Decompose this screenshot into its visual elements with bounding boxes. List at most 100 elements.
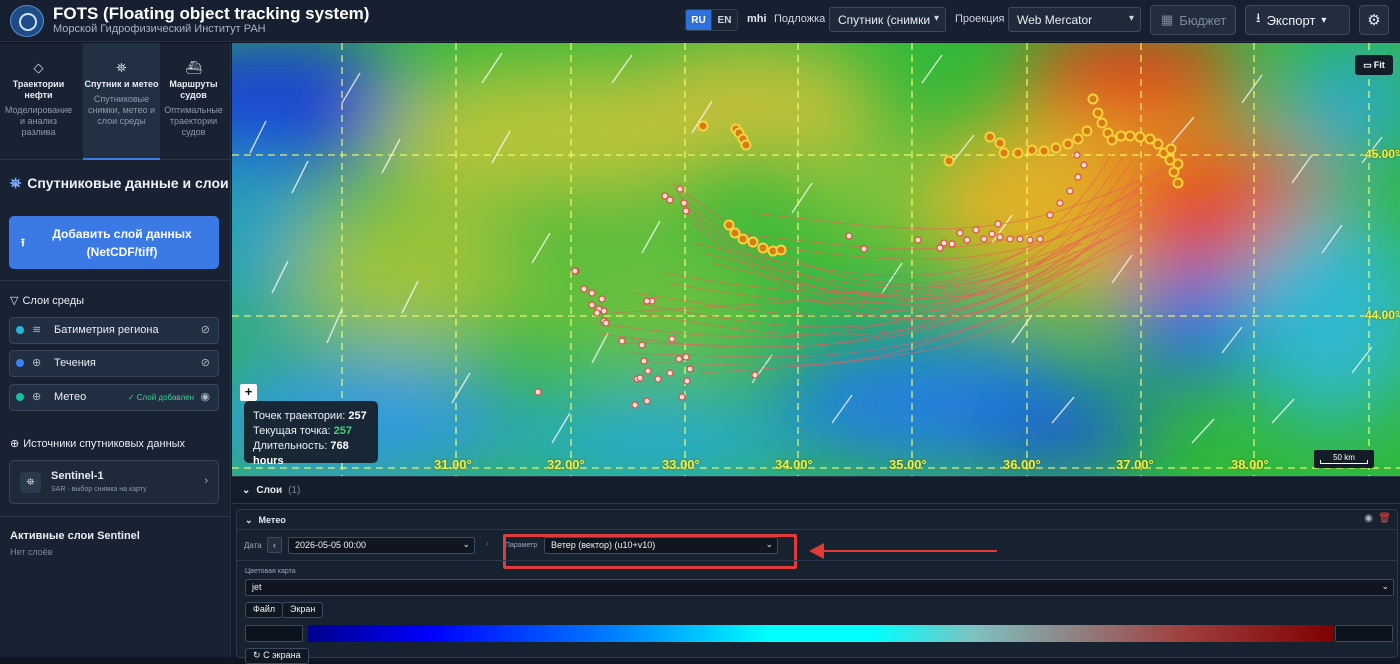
zoom-in-button[interactable]: + xyxy=(240,384,257,401)
chevron-down-icon: ▾ xyxy=(1321,14,1327,26)
colorbar-min-input[interactable] xyxy=(245,625,303,642)
tab-oil-trajectories[interactable]: ◇ Траектории нефти Моделирование и анали… xyxy=(0,43,77,160)
info-duration-row: Длительность: 768 hours xyxy=(253,439,369,469)
layer-color-dot xyxy=(16,326,24,334)
download-icon: ⭳ xyxy=(1256,10,1261,25)
lon-label: 33.00° xyxy=(662,457,700,472)
divider xyxy=(237,560,1397,561)
layer-added-status: ✓ Слой добавлен xyxy=(127,393,194,402)
source-subtitle: SAR · выбор снимка на карту xyxy=(51,486,147,493)
satellite-icon: ⛯ xyxy=(10,175,22,191)
layers-title: Слои xyxy=(256,485,283,496)
projection-select[interactable]: Web Mercator ▾ xyxy=(1008,7,1141,32)
filter-icon: ▽ xyxy=(10,295,19,307)
layer-color-dot xyxy=(16,359,24,367)
layer-row-meteo[interactable]: ⊕ Метео ✓ Слой добавлен ◉ xyxy=(9,384,219,411)
add-layer-button[interactable]: ⭱ Добавить слой данных (NetCDF/tiff) xyxy=(9,216,219,269)
eye-icon[interactable]: ◉ xyxy=(1364,513,1373,524)
lon-label: 38.00° xyxy=(1231,457,1269,472)
meteo-layer-name: Метео xyxy=(258,515,286,525)
scale-bar-line xyxy=(1320,460,1368,464)
tab-title: Маршруты судов xyxy=(169,79,218,100)
lon-label: 35.00° xyxy=(889,457,927,472)
mhi-label: mhi xyxy=(747,13,767,25)
fit-icon: ▭ xyxy=(1363,59,1372,70)
date-value: 2026-05-05 00:00 xyxy=(295,540,367,550)
fit-button[interactable]: ▭ Fit xyxy=(1355,55,1393,75)
lon-label: 37.00° xyxy=(1116,457,1154,472)
tab-desc: Спутниковые снимки, метео и слои среды xyxy=(87,94,156,126)
info-duration-label: Длительность: xyxy=(253,440,328,452)
meteo-layer-header[interactable]: ⌄ Метео ◉ 🗑 xyxy=(237,510,1397,530)
lat-label: 45.00° xyxy=(1365,147,1400,161)
section-title-text: Спутниковые данные и слои xyxy=(27,175,229,191)
date-next-button[interactable]: › xyxy=(486,539,489,548)
eye-off-icon[interactable]: ⊘ xyxy=(201,323,210,336)
basemap-select[interactable]: Спутник (снимки ▾ xyxy=(829,7,946,32)
layers-count: (1) xyxy=(288,485,301,496)
colormap-value: jet xyxy=(252,582,262,592)
droplet-icon: ◇ xyxy=(33,60,44,75)
layer-color-dot xyxy=(16,393,24,401)
lon-label: 36.00° xyxy=(1003,457,1041,472)
tab-desc: Моделирование и анализ разлива xyxy=(4,105,73,137)
waves-icon: ≋ xyxy=(32,324,42,336)
budget-label: Бюджет xyxy=(1179,12,1227,28)
app-subtitle: Морской Гидрофизический Институт РАН xyxy=(53,23,266,35)
tab-satellite-meteo[interactable]: ⛯ Спутник и метео Спутниковые снимки, ме… xyxy=(83,43,160,160)
tab-ship-routes[interactable]: ⛴ Маршруты судов Оптимальные траектории … xyxy=(155,43,232,160)
layer-row-bathymetry[interactable]: ≋ Батиметрия региона ⊘ xyxy=(9,317,219,344)
tab-title: Траектории нефти xyxy=(12,79,65,100)
lang-ru-button[interactable]: RU xyxy=(685,9,712,31)
colormap-label: Цветовая карта xyxy=(245,568,296,575)
info-current-value: 257 xyxy=(333,425,353,437)
globe-icon: ⊕ xyxy=(10,438,20,450)
eye-off-icon[interactable]: ⊘ xyxy=(201,356,210,369)
divider xyxy=(0,280,231,281)
chevron-right-icon: › xyxy=(204,475,208,487)
globe-icon: ⊕ xyxy=(32,391,42,403)
tab-title: Спутник и метео xyxy=(84,79,159,89)
layers-panel: ⌄ Слои (1) ⌄ Метео ◉ 🗑 Дата ‹ 2026-05-05 00… xyxy=(232,476,1400,664)
trash-icon[interactable]: 🗑 xyxy=(1378,513,1391,524)
chevron-down-icon: ⌄ xyxy=(245,515,253,525)
chevron-down-icon: ▾ xyxy=(1128,13,1134,24)
table-icon: ▦ xyxy=(1161,12,1174,27)
colormap-select[interactable]: jet ⌄ xyxy=(245,579,1394,596)
divider xyxy=(0,516,231,517)
info-current-row: Текущая точка: 257 xyxy=(253,424,369,439)
top-bar: FOTS (Floating object tracking system) М… xyxy=(0,0,1400,42)
date-prev-button[interactable]: ‹ xyxy=(267,537,282,553)
source-card-sentinel[interactable]: ⛯ Sentinel-1 SAR · выбор снимка на карту… xyxy=(9,460,219,504)
date-select[interactable]: 2026-05-05 00:00 ⌄ xyxy=(288,537,475,554)
lang-en-button[interactable]: EN xyxy=(711,9,738,31)
annotation-arrow-line xyxy=(817,550,997,552)
layer-name: Течения xyxy=(54,357,96,369)
layer-row-currents[interactable]: ⊕ Течения ⊘ xyxy=(9,350,219,377)
date-label: Дата xyxy=(244,541,262,550)
screen-button[interactable]: Экран xyxy=(282,602,324,618)
export-button[interactable]: ⭳ Экспорт ▾ xyxy=(1245,5,1350,35)
eye-icon[interactable]: ◉ xyxy=(200,390,210,403)
settings-button[interactable]: ⚙ xyxy=(1359,5,1389,35)
meteo-layer-panel: ⌄ Метео ◉ 🗑 Дата ‹ 2026-05-05 00:00 ⌄ › П… xyxy=(236,509,1398,664)
export-label: Экспорт xyxy=(1266,12,1316,28)
satellite-icon: ⛯ xyxy=(20,472,41,493)
budget-button[interactable]: ▦ Бюджет xyxy=(1150,5,1236,35)
lat-label: 44.00° xyxy=(1365,308,1400,322)
section-title: ⛯ Спутниковые данные и слои xyxy=(10,175,229,192)
layer-name: Батиметрия региона xyxy=(54,324,159,336)
chevron-down-icon: ⌄ xyxy=(242,485,251,496)
active-layers-title: Активные слои Sentinel xyxy=(10,530,140,542)
layers-header[interactable]: ⌄ Слои (1) xyxy=(232,477,1400,504)
highlight-box xyxy=(503,534,797,569)
from-screen-button[interactable]: ↻ С экрана xyxy=(245,648,309,664)
projection-value: Web Mercator xyxy=(1017,13,1093,27)
lon-label: 34.00° xyxy=(775,457,813,472)
trajectory-info-box: Точек траектории: 257 Текущая точка: 257… xyxy=(244,401,378,467)
chevron-down-icon: ⌄ xyxy=(1381,581,1389,591)
file-button[interactable]: Файл xyxy=(245,602,284,618)
satellite-icon: ⛯ xyxy=(116,60,127,75)
map-view[interactable]: ▭ Fit 45.00° 44.00° 31.00° 32.00° 33.00° … xyxy=(232,43,1400,476)
colorbar-max-input[interactable] xyxy=(1335,625,1393,642)
